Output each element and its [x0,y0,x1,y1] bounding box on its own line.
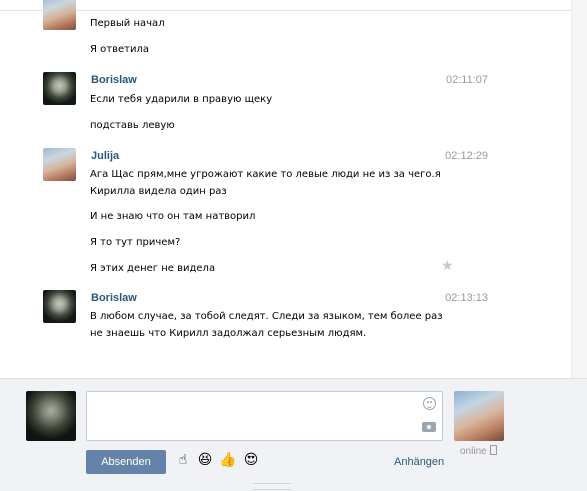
author-name[interactable]: Julija [91,150,119,162]
emoji-finger-up[interactable]: ☝ [175,452,191,468]
emoji-thumbs-up[interactable]: 👍 [219,452,236,468]
smile-icon[interactable] [423,397,436,410]
author-name[interactable]: Borislaw [91,292,137,304]
avatar-julija[interactable] [43,0,76,30]
message-text: подставь левую [90,120,175,131]
peer-avatar[interactable] [454,391,504,441]
message-composer: online Absenden ☝ 😆 👍 😍 Anhängen [0,378,587,491]
avatar-borislaw[interactable] [43,72,76,105]
message-time: 02:13:13 [445,292,488,304]
avatar-borislaw[interactable] [43,290,76,323]
message-text: Ага Щас прям,мне угрожают какие то левые… [90,169,441,197]
message-text: Я этих денег не видела [90,263,216,274]
message-text: Если тебя ударили в правую щеку [90,94,273,105]
star-icon[interactable]: ★ [441,259,455,273]
send-button[interactable]: Absenden [86,450,166,474]
attach-link[interactable]: Anhängen [394,456,444,468]
message-input[interactable] [86,391,443,441]
message-text: Я ответила [90,44,149,55]
author-name[interactable]: Borislaw [91,74,137,86]
mobile-phone-icon [489,445,497,455]
message-time: 02:12:29 [445,150,488,162]
camera-icon[interactable] [422,422,436,432]
scrollbar[interactable] [571,0,587,378]
avatar-julija[interactable] [43,148,76,181]
my-avatar[interactable] [26,391,76,441]
message-text: И не знаю что он там натворил [90,211,256,222]
online-status: online [460,445,497,457]
message-text: Первый начал [90,18,165,29]
resize-handle[interactable] [253,483,291,490]
message-text: В любом случае, за тобой следят. Следи з… [90,311,443,339]
emoji-laughing[interactable]: 😆 [197,452,213,468]
message-history: Первый начал Я ответила Borislaw 02:11:0… [0,0,572,378]
message-time: 02:11:07 [445,74,488,86]
emoji-heart-eyes[interactable]: 😍 [243,452,259,468]
message-text: Я то тут причем? [90,237,181,248]
